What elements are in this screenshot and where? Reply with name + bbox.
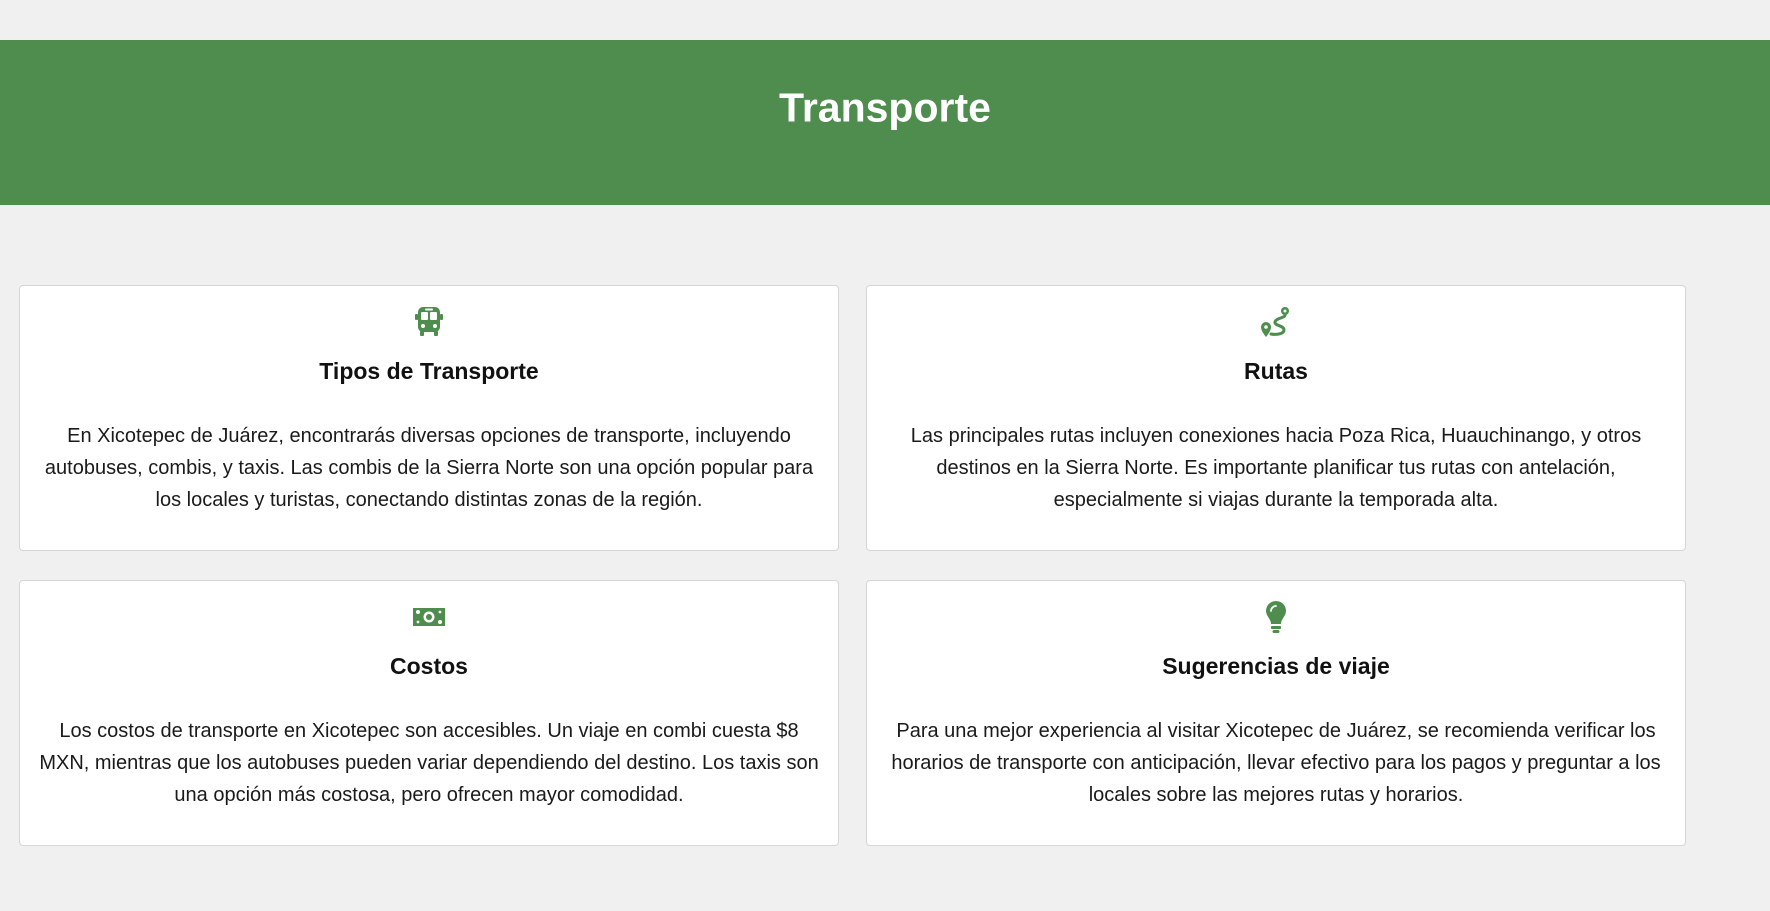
card-sugerencias-de-viaje: Sugerencias de viaje Para una mejor expe… (866, 580, 1686, 846)
card-text: Para una mejor experiencia al visitar Xi… (891, 720, 1661, 806)
bus-icon (411, 304, 447, 340)
card-title: Sugerencias de viaje (1162, 653, 1390, 679)
card-title: Tipos de Transporte (319, 358, 539, 384)
page-header: Transporte (0, 40, 1770, 205)
card-text: Las principales rutas incluyen conexione… (910, 425, 1642, 511)
card-tipos-de-transporte: Tipos de Transporte En Xicotepec de Juár… (19, 285, 839, 551)
money-bill-icon (411, 599, 447, 635)
page-title: Transporte (779, 84, 991, 131)
card-rutas: Rutas Las principales rutas incluyen con… (866, 285, 1686, 551)
card-text: En Xicotepec de Juárez, encontrarás dive… (44, 425, 814, 511)
route-icon (1258, 304, 1294, 340)
card-title: Rutas (1244, 358, 1308, 384)
card-costos: Costos Los costos de transporte en Xicot… (19, 580, 839, 846)
card-text: Los costos de transporte en Xicotepec so… (39, 720, 819, 806)
lightbulb-icon (1258, 599, 1294, 635)
card-title: Costos (390, 653, 468, 679)
